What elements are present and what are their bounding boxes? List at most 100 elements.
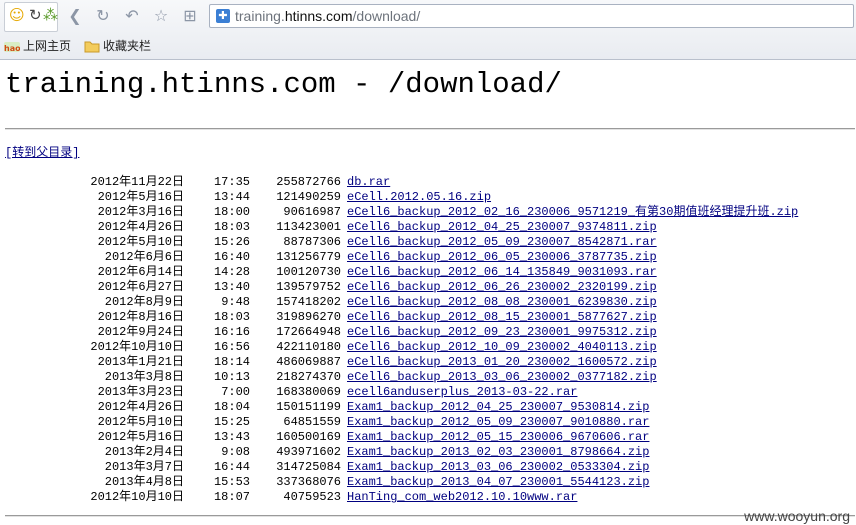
file-row: 2012年8月9日 9:48 157418202 eCell6_backup_2012…: [0, 295, 856, 310]
file-link[interactable]: eCell.2012.05.16.zip: [347, 190, 491, 205]
file-link[interactable]: eCell6_backup_2013_01_20_230002_1600572.…: [347, 355, 657, 370]
file-size: 40759523: [283, 490, 341, 504]
file-size: 131256779: [276, 250, 341, 264]
file-date: 2013年4月8日: [104, 475, 184, 489]
file-size: 88787306: [283, 235, 341, 249]
file-link[interactable]: eCell6_backup_2012_06_26_230002_2320199.…: [347, 280, 657, 295]
file-time: 15:26: [213, 235, 250, 249]
file-time: 10:13: [213, 370, 250, 384]
file-size: 493971602: [276, 445, 341, 459]
undo-icon[interactable]: ↶: [123, 7, 141, 25]
file-date: 2013年1月21日: [97, 355, 184, 369]
file-time: 13:43: [213, 430, 250, 444]
file-link[interactable]: eCell6_backup_2012_08_15_230001_5877627.…: [347, 310, 657, 325]
file-date: 2012年11月22日: [90, 175, 184, 189]
site-shield-icon: ✚: [216, 9, 230, 23]
file-size: 100120730: [276, 265, 341, 279]
file-row: 2012年5月16日 13:43 160500169 Exam1_backup_201…: [0, 430, 856, 445]
file-size: 121490259: [276, 190, 341, 204]
file-time: 9:48: [221, 295, 250, 309]
file-link[interactable]: eCell6_backup_2012_06_05_230006_3787735.…: [347, 250, 657, 265]
file-link[interactable]: ecell6anduserplus_2013-03-22.rar: [347, 385, 577, 400]
file-date: 2012年5月16日: [97, 190, 184, 204]
file-link[interactable]: eCell6_backup_2012_08_08_230001_6239830.…: [347, 295, 657, 310]
file-size: 172664948: [276, 325, 341, 339]
file-link[interactable]: eCell6_backup_2012_10_09_230002_4040113.…: [347, 340, 657, 355]
file-size: 64851559: [283, 415, 341, 429]
file-row: 2012年8月16日 18:03 319896270 eCell6_backup_20…: [0, 310, 856, 325]
file-size: 319896270: [276, 310, 341, 324]
file-row: 2012年9月24日 16:16 172664948 eCell6_backup_20…: [0, 325, 856, 340]
smiley-icon: ☺: [9, 6, 25, 24]
file-link[interactable]: eCell6_backup_2012_05_09_230007_8542871.…: [347, 235, 657, 250]
bookmark-favorites-bar[interactable]: 收藏夹栏: [103, 37, 151, 54]
file-size: 157418202: [276, 295, 341, 309]
file-size: 139579752: [276, 280, 341, 294]
file-link[interactable]: Exam1_backup_2013_02_03_230001_8798664.z…: [347, 445, 649, 460]
file-date: 2012年10月10日: [90, 340, 184, 354]
file-date: 2012年8月16日: [97, 310, 184, 324]
file-date: 2012年4月26日: [97, 220, 184, 234]
file-link[interactable]: HanTing_com_web2012.10.10www.rar: [347, 490, 577, 505]
file-link[interactable]: Exam1_backup_2013_04_07_230001_5544123.z…: [347, 475, 649, 490]
file-time: 15:53: [213, 475, 250, 489]
menu-mini-icon: ⁂: [43, 6, 58, 24]
file-time: 16:40: [213, 250, 250, 264]
file-date: 2012年5月16日: [97, 430, 184, 444]
file-time: 17:35: [213, 175, 250, 189]
folder-icon: [84, 38, 100, 53]
hao-home-icon: hao: [4, 38, 21, 53]
bookmark-home[interactable]: 上网主页: [23, 37, 71, 54]
refresh-icon[interactable]: ↻: [94, 7, 112, 25]
file-link[interactable]: eCell6_backup_2013_03_06_230002_0377182.…: [347, 370, 657, 385]
file-row: 2013年4月8日 15:53 337368076 Exam1_backup_2013…: [0, 475, 856, 490]
file-row: 2013年3月7日 16:44 314725084 Exam1_backup_2013…: [0, 460, 856, 475]
file-date: 2013年2月4日: [104, 445, 184, 459]
directory-listing-page: training.htinns.com - /download/ [转到父目录]…: [0, 60, 856, 525]
file-row: 2013年1月21日 18:14 486069887 eCell6_backup_20…: [0, 355, 856, 370]
file-row: 2013年2月4日 9:08 493971602 Exam1_backup_2013_…: [0, 445, 856, 460]
file-link[interactable]: db.rar: [347, 175, 390, 190]
file-size: 150151199: [276, 400, 341, 414]
file-link[interactable]: eCell6_backup_2012_02_16_230006_9571219_…: [347, 205, 798, 220]
file-time: 16:44: [213, 460, 250, 474]
file-date: 2012年9月24日: [97, 325, 184, 339]
file-link[interactable]: eCell6_backup_2012_06_14_135849_9031093.…: [347, 265, 657, 280]
file-date: 2012年3月16日: [97, 205, 184, 219]
file-link[interactable]: Exam1_backup_2013_03_06_230002_0533304.z…: [347, 460, 649, 475]
back-icon[interactable]: ❮: [66, 7, 84, 25]
file-time: 13:40: [213, 280, 250, 294]
file-date: 2012年6月14日: [97, 265, 184, 279]
divider-top: [5, 128, 855, 130]
favorite-star-icon[interactable]: ☆: [152, 7, 170, 25]
file-row: 2013年3月23日 7:00 168380069 ecell6anduserplus…: [0, 385, 856, 400]
file-row: 2012年5月10日 15:25 64851559 Exam1_backup_2012…: [0, 415, 856, 430]
file-date: 2012年4月26日: [97, 400, 184, 414]
file-row: 2013年3月8日 10:13 218274370 eCell6_backup_201…: [0, 370, 856, 385]
browser-chrome: ☺ ↻ ⁂ ❮ ↻ ↶ ☆ ⊞ ✚ training.htinns.com/do…: [0, 0, 856, 60]
file-time: 18:03: [213, 310, 250, 324]
file-time: 18:04: [213, 400, 250, 414]
file-date: 2012年10月10日: [90, 490, 184, 504]
svg-text:hao: hao: [4, 44, 20, 53]
file-link[interactable]: Exam1_backup_2012_05_09_230007_9010880.r…: [347, 415, 649, 430]
watermark: www.wooyun.org: [744, 508, 850, 524]
file-size: 314725084: [276, 460, 341, 474]
file-link[interactable]: Exam1_backup_2012_05_15_230006_9670606.r…: [347, 430, 649, 445]
file-size: 337368076: [276, 475, 341, 489]
file-link[interactable]: Exam1_backup_2012_04_25_230007_9530814.z…: [347, 400, 649, 415]
address-bar[interactable]: ✚ training.htinns.com/download/: [209, 4, 854, 28]
file-row: 2012年11月22日 17:35 255872766 db.rar: [0, 175, 856, 190]
grid-icon[interactable]: ⊞: [181, 7, 199, 25]
divider-bottom: [5, 515, 855, 517]
parent-directory-link[interactable]: [转到父目录]: [5, 143, 79, 160]
file-link[interactable]: eCell6_backup_2012_09_23_230001_9975312.…: [347, 325, 657, 340]
file-time: 18:14: [213, 355, 250, 369]
file-row: 2012年3月16日 18:00 90616987 eCell6_backup_201…: [0, 205, 856, 220]
page-title: training.htinns.com - /download/: [5, 68, 562, 101]
file-row: 2012年6月6日 16:40 131256779 eCell6_backup_201…: [0, 250, 856, 265]
browser-logo[interactable]: ☺ ↻ ⁂: [4, 2, 58, 32]
file-link[interactable]: eCell6_backup_2012_04_25_230007_9374811.…: [347, 220, 657, 235]
file-size: 168380069: [276, 385, 341, 399]
file-time: 18:00: [213, 205, 250, 219]
